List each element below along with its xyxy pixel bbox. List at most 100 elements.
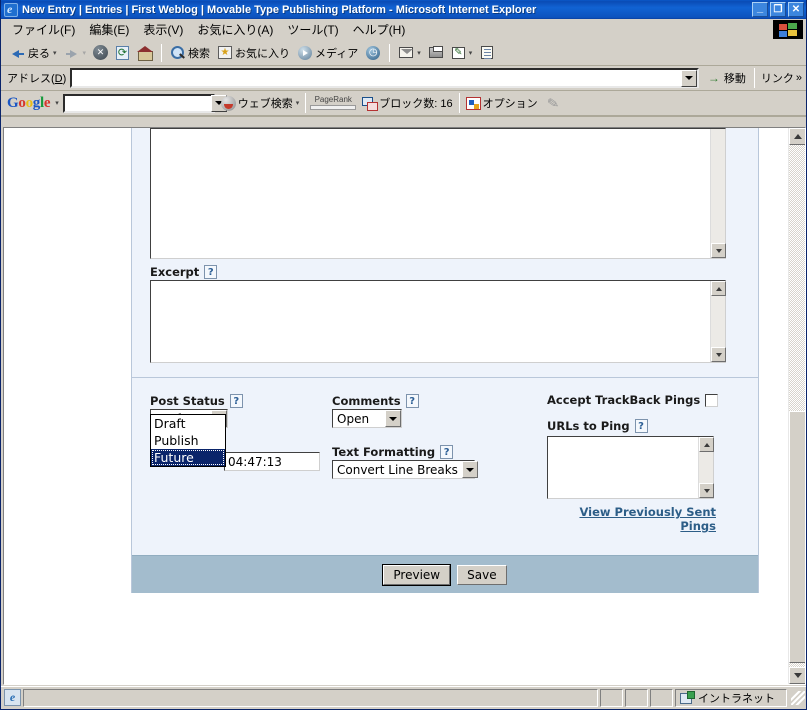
- google-logo-o2: o: [25, 94, 34, 111]
- close-button[interactable]: ✕: [788, 2, 804, 17]
- urls-to-ping-help-icon[interactable]: ?: [634, 419, 648, 433]
- excerpt-help-icon[interactable]: ?: [204, 265, 218, 279]
- title-bar: New Entry | Entries | First Weblog | Mov…: [1, 0, 806, 19]
- google-web-search-label: ウェブ検索: [237, 98, 293, 110]
- google-web-search-dropdown-icon[interactable]: ▾: [296, 99, 300, 107]
- post-status-option-future[interactable]: Future: [151, 449, 225, 466]
- favorites-button[interactable]: お気に入り: [214, 43, 293, 63]
- urls-to-ping-textarea[interactable]: [547, 436, 714, 499]
- google-logo-dropdown-icon[interactable]: ▾: [55, 99, 59, 107]
- discuss-button[interactable]: [476, 42, 498, 63]
- address-dropdown-icon[interactable]: [680, 69, 697, 87]
- google-options-label: オプション: [482, 98, 538, 110]
- excerpt-scrollbar[interactable]: [710, 281, 726, 362]
- accept-trackback-checkbox[interactable]: [705, 393, 719, 407]
- media-button[interactable]: メディア: [294, 43, 361, 63]
- menu-item-help[interactable]: ヘルプ(H): [346, 19, 413, 40]
- menu-item-view[interactable]: 表示(V): [136, 19, 190, 40]
- menu-item-edit[interactable]: 編集(E): [82, 19, 136, 40]
- mail-button[interactable]: ▾: [395, 43, 424, 62]
- accept-trackback-label: Accept TrackBack Pings: [547, 393, 701, 407]
- excerpt-textarea[interactable]: [150, 280, 726, 363]
- excerpt-scroll-down-icon[interactable]: [711, 347, 726, 362]
- excerpt-scroll-up-icon[interactable]: [711, 281, 726, 296]
- maximize-button[interactable]: ❐: [770, 2, 786, 17]
- google-search-field[interactable]: [62, 93, 227, 113]
- links-overflow-icon[interactable]: »: [796, 72, 802, 84]
- popup-blocker-button[interactable]: ブロック数: 16: [360, 93, 454, 113]
- back-button[interactable]: 戻る ▾: [7, 43, 60, 63]
- forward-dropdown-icon[interactable]: ▾: [83, 49, 87, 57]
- page-scrollbar[interactable]: [788, 128, 805, 684]
- back-dropdown-icon[interactable]: ▾: [53, 49, 57, 57]
- refresh-button[interactable]: [112, 43, 133, 63]
- forward-button[interactable]: ▾: [61, 43, 90, 63]
- post-status-help-icon[interactable]: ?: [229, 394, 243, 408]
- resize-grip-icon[interactable]: [791, 690, 805, 705]
- urls-scroll-up-icon[interactable]: [699, 437, 714, 452]
- page-scroll-up-icon[interactable]: [789, 128, 805, 145]
- google-web-search-button[interactable]: ウェブ検索 ▾: [219, 93, 302, 113]
- entry-body-scroll-down-icon[interactable]: [711, 243, 726, 258]
- print-button[interactable]: [425, 43, 447, 62]
- mail-dropdown-icon[interactable]: ▾: [417, 49, 421, 57]
- urls-to-ping-scrollbar[interactable]: [698, 437, 714, 498]
- excerpt-text[interactable]: [151, 281, 710, 362]
- minimize-icon: _: [756, 2, 764, 14]
- save-button[interactable]: Save: [457, 564, 507, 585]
- stop-button[interactable]: [90, 43, 111, 62]
- page-scroll-thumb[interactable]: [789, 411, 805, 663]
- home-button[interactable]: [134, 43, 156, 63]
- back-label: 戻る: [28, 47, 50, 60]
- text-formatting-help-icon[interactable]: ?: [440, 445, 454, 459]
- status-message: [23, 688, 598, 707]
- preview-button[interactable]: Preview: [382, 563, 452, 586]
- page-scroll-down-icon[interactable]: [789, 667, 805, 684]
- comments-chevron-down-icon[interactable]: [385, 410, 401, 427]
- google-search-input[interactable]: [64, 96, 211, 110]
- edit-button[interactable]: ▾: [448, 43, 476, 63]
- address-label-pre: アドレス(: [7, 73, 55, 85]
- search-button[interactable]: 検索: [167, 43, 213, 63]
- minimize-button[interactable]: _: [752, 2, 768, 17]
- menu-item-tools[interactable]: ツール(T): [280, 19, 345, 40]
- menu-item-file[interactable]: ファイル(F): [5, 19, 82, 40]
- go-button[interactable]: 移動: [703, 68, 750, 88]
- post-status-label-row: Post Status ?: [150, 388, 332, 409]
- address-label-post: ): [62, 73, 67, 85]
- google-highlight-icon[interactable]: [544, 96, 562, 110]
- links-button[interactable]: リンク »: [759, 68, 804, 88]
- entry-body-text[interactable]: [151, 129, 710, 258]
- pagerank-indicator: PageRank: [310, 95, 357, 111]
- intranet-zone-icon: [680, 691, 695, 704]
- comments-help-icon[interactable]: ?: [405, 394, 419, 408]
- edit-dropdown-icon[interactable]: ▾: [469, 49, 473, 57]
- security-zone-indicator[interactable]: イントラネット: [675, 688, 787, 707]
- post-status-column: Post Status ? Draft ? 04:47:13: [150, 388, 332, 533]
- search-label: 検索: [188, 47, 211, 60]
- post-status-option-publish[interactable]: Publish: [151, 432, 225, 449]
- menu-item-favorites[interactable]: お気に入り(A): [190, 19, 280, 40]
- security-zone-label: イントラネット: [698, 692, 775, 705]
- go-label: 移動: [723, 73, 746, 85]
- text-formatting-select[interactable]: Convert Line Breaks: [332, 460, 478, 479]
- urls-to-ping-text[interactable]: [548, 437, 698, 498]
- history-button[interactable]: [362, 43, 384, 63]
- urls-scroll-down-icon[interactable]: [699, 483, 714, 498]
- address-field[interactable]: [70, 68, 699, 88]
- post-status-label: Post Status: [150, 394, 225, 408]
- google-web-search-icon: [220, 95, 236, 111]
- navigation-toolbar: 戻る ▾ ▾ 検索 お気に入り メディア: [1, 40, 806, 66]
- entry-body-scrollbar[interactable]: [710, 129, 726, 258]
- entry-body-textarea[interactable]: [150, 128, 726, 259]
- comments-select[interactable]: Open: [332, 409, 402, 428]
- entry-time-input[interactable]: 04:47:13: [224, 452, 320, 471]
- text-formatting-chevron-down-icon[interactable]: [461, 461, 478, 478]
- view-previously-sent-pings-link[interactable]: View Previously Sent Pings: [547, 505, 716, 533]
- entry-form-panel: Excerpt ? Post Status ? 04:47:13 Draft P…: [131, 128, 759, 593]
- post-status-option-draft[interactable]: Draft: [151, 415, 225, 432]
- address-input[interactable]: [75, 70, 681, 86]
- entry-options-columns: Post Status ? Draft ? 04:47:13: [132, 378, 758, 555]
- post-status-dropdown-list[interactable]: Draft Publish Future: [150, 414, 226, 467]
- google-options-button[interactable]: オプション: [464, 93, 540, 113]
